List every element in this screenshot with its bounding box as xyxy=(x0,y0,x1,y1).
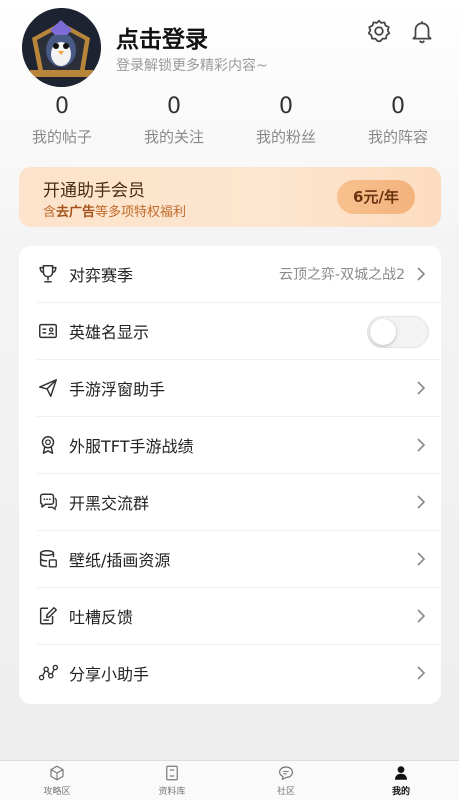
vip-banner[interactable]: 开通助手会员 含去广告等多项特权福利 6元/年 xyxy=(19,167,441,227)
book-icon xyxy=(166,765,178,781)
cube-icon xyxy=(50,765,64,781)
chat-icon xyxy=(279,766,293,780)
stat-label: 我的帖子 xyxy=(31,128,92,146)
menu-item-group-chat[interactable]: 开黑交流群 xyxy=(19,474,441,531)
tab-label: 资料库 xyxy=(158,787,186,797)
settings-menu: 对弈赛季 云顶之弈-双城之战2 英雄名显示 手游浮窗助手 外服TFT手游战绩 开… xyxy=(19,246,441,704)
hero-name-toggle[interactable] xyxy=(367,316,429,348)
menu-item-label: 吐槽反馈 xyxy=(69,608,134,627)
stat-label: 我的阵容 xyxy=(367,128,428,146)
chevron-right-icon xyxy=(417,381,426,395)
tab-mine[interactable]: 我的 xyxy=(366,764,436,797)
chevron-right-icon xyxy=(417,438,426,452)
vip-subtitle: 含去广告等多项特权福利 xyxy=(43,201,186,220)
chevron-right-icon xyxy=(417,666,426,680)
stat-label: 我的关注 xyxy=(143,128,204,146)
login-subtitle: 登录解锁更多精彩内容~ xyxy=(116,58,268,74)
avatar[interactable] xyxy=(22,8,101,87)
season-value: 云顶之弈-双城之战2 xyxy=(279,267,405,283)
paper-plane-icon xyxy=(39,379,57,397)
menu-item-share[interactable]: 分享小助手 xyxy=(19,645,441,702)
stat-following[interactable]: 0 我的关注 xyxy=(124,92,224,147)
vip-subtitle-suffix: 等多项特权福利 xyxy=(95,205,187,220)
share-nodes-icon xyxy=(38,664,59,681)
bell-icon[interactable] xyxy=(409,18,435,44)
stat-count: 0 xyxy=(279,94,293,119)
database-icon xyxy=(39,550,57,568)
stat-followers[interactable]: 0 我的粉丝 xyxy=(236,92,336,147)
chevron-right-icon xyxy=(417,552,426,566)
menu-item-label: 分享小助手 xyxy=(69,665,150,684)
tab-community[interactable]: 社区 xyxy=(251,764,321,797)
stat-posts[interactable]: 0 我的帖子 xyxy=(12,92,112,147)
tab-label: 社区 xyxy=(276,787,295,797)
tab-database[interactable]: 资料库 xyxy=(137,764,207,797)
menu-item-label: 英雄名显示 xyxy=(69,323,150,342)
menu-item-hero-name[interactable]: 英雄名显示 xyxy=(19,303,441,360)
vip-title: 开通助手会员 xyxy=(43,181,145,201)
stat-label: 我的粉丝 xyxy=(255,128,316,146)
person-icon xyxy=(395,766,407,780)
chevron-right-icon xyxy=(417,267,426,281)
chevron-right-icon xyxy=(417,609,426,623)
stat-count: 0 xyxy=(55,94,69,119)
chat-bubbles-icon xyxy=(39,493,57,511)
medal-icon xyxy=(41,436,55,454)
stat-lineups[interactable]: 0 我的阵容 xyxy=(348,92,448,147)
menu-item-feedback[interactable]: 吐槽反馈 xyxy=(19,588,441,645)
stats-bar: 0 我的帖子 0 我的关注 0 我的粉丝 0 我的阵容 xyxy=(0,92,459,152)
menu-item-season[interactable]: 对弈赛季 云顶之弈-双城之战2 xyxy=(19,246,441,303)
chevron-right-icon xyxy=(417,495,426,509)
id-card-icon xyxy=(39,323,57,339)
menu-item-wallpapers[interactable]: 壁纸/插画资源 xyxy=(19,531,441,588)
menu-item-float-assistant[interactable]: 手游浮窗助手 xyxy=(19,360,441,417)
vip-price-button[interactable]: 6元/年 xyxy=(337,180,415,214)
tab-guides[interactable]: 攻略区 xyxy=(22,764,92,797)
menu-item-label: 对弈赛季 xyxy=(69,266,134,285)
gear-icon[interactable] xyxy=(366,18,392,44)
tab-label: 攻略区 xyxy=(43,787,71,797)
login-title[interactable]: 点击登录 xyxy=(116,20,208,54)
bottom-tab-bar: 攻略区 资料库 社区 我的 xyxy=(0,760,459,800)
menu-item-label: 开黑交流群 xyxy=(69,494,150,513)
menu-item-label: 壁纸/插画资源 xyxy=(69,551,171,570)
vip-subtitle-prefix: 含 xyxy=(43,205,57,220)
edit-note-icon xyxy=(39,607,57,625)
tab-label: 我的 xyxy=(391,787,410,797)
stat-count: 0 xyxy=(391,94,405,119)
vip-subtitle-highlight: 去广告 xyxy=(56,205,96,220)
menu-item-label: 外服TFT手游战绩 xyxy=(69,437,194,456)
penguin-avatar-icon xyxy=(22,8,101,87)
toggle-knob xyxy=(370,319,396,345)
trophy-icon xyxy=(39,265,57,283)
menu-item-tft-records[interactable]: 外服TFT手游战绩 xyxy=(19,417,441,474)
menu-item-label: 手游浮窗助手 xyxy=(69,380,166,399)
stat-count: 0 xyxy=(167,94,181,119)
profile-header: 点击登录 登录解锁更多精彩内容~ 0 我的帖子 0 我的关注 0 我的粉丝 0 … xyxy=(0,0,459,160)
